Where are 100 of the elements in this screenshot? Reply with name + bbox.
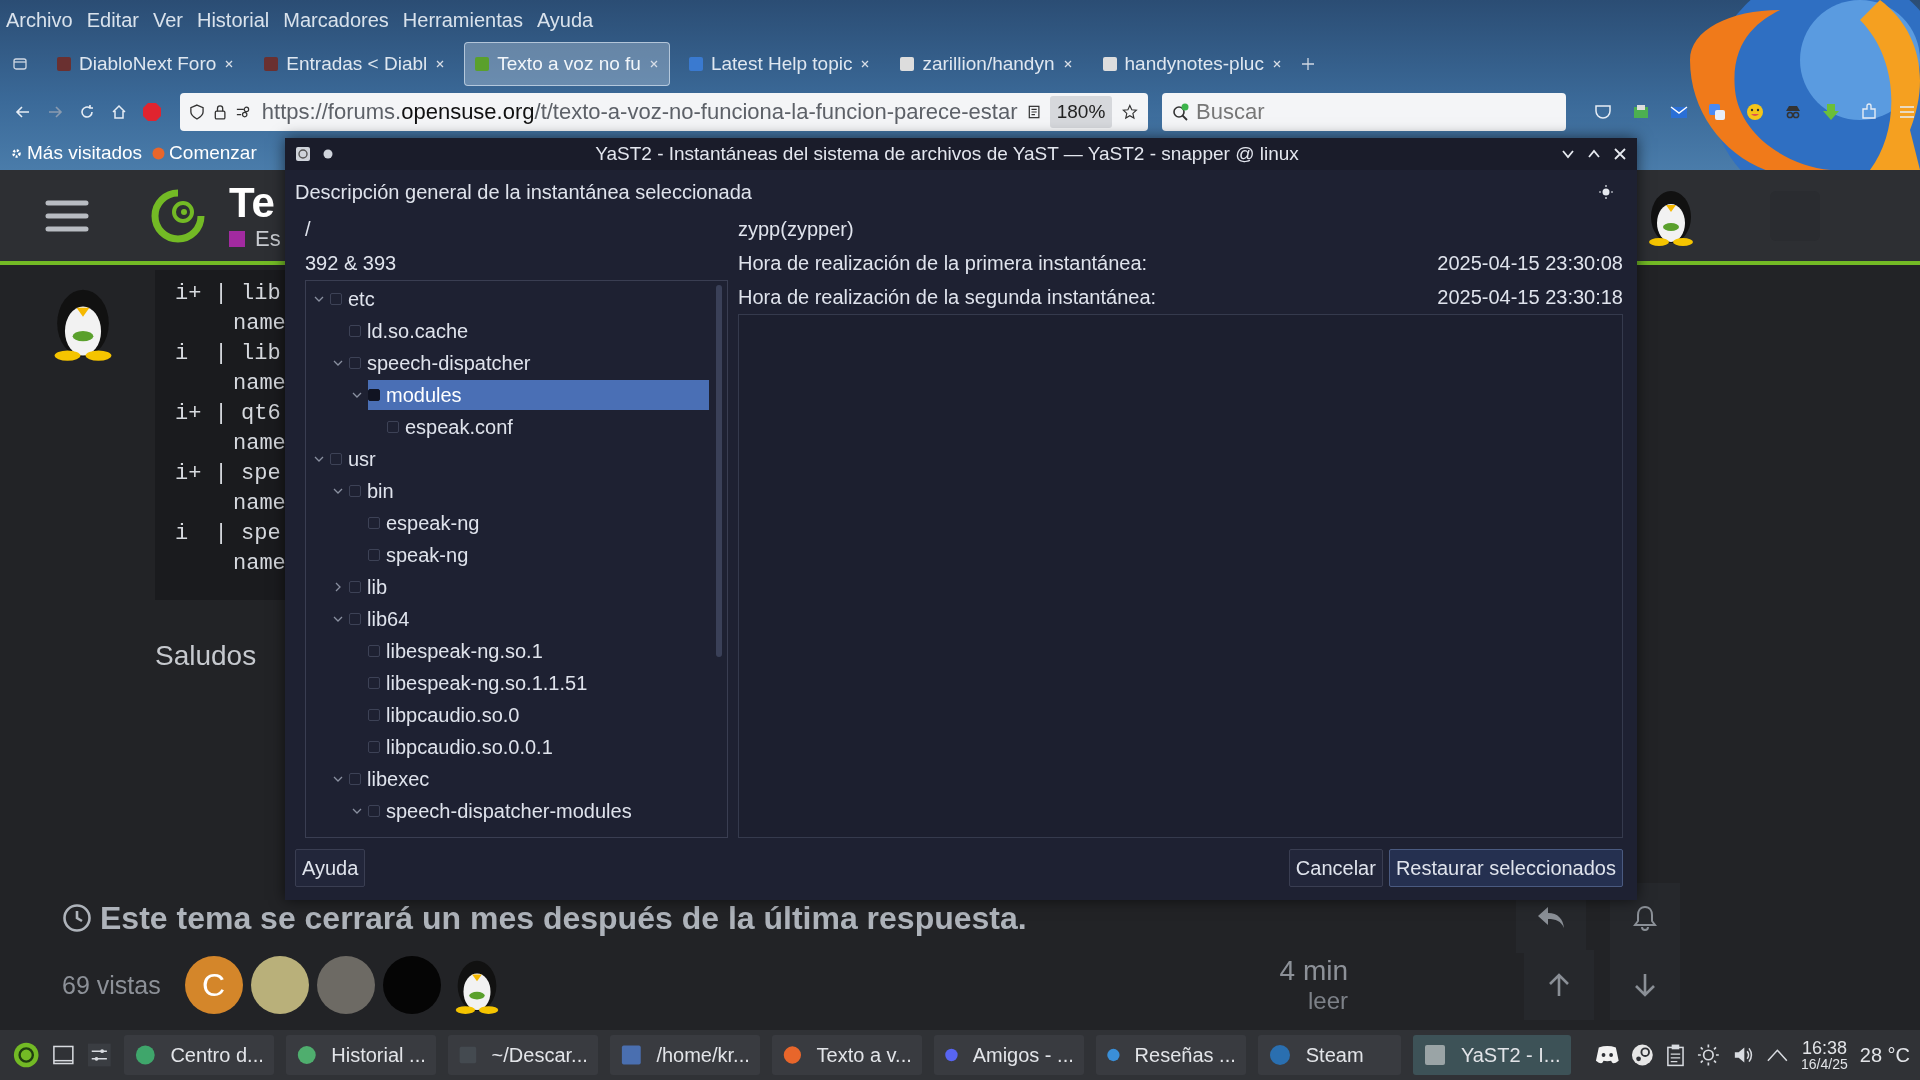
taskbar-item[interactable]: Reseñas ... [1095, 1035, 1246, 1075]
taskbar-item[interactable]: Texto a v... [771, 1035, 922, 1075]
tree-item[interactable]: lib64 [349, 604, 709, 634]
chevron-down-icon[interactable] [333, 774, 343, 784]
code-line: i+ | qt6 [175, 400, 282, 428]
taskbar-item[interactable]: YaST2 - I... [1412, 1035, 1571, 1075]
chevron-down-icon[interactable] [314, 294, 324, 304]
reader-view-icon[interactable] [1027, 104, 1040, 120]
puzzle-icon[interactable] [1860, 103, 1878, 121]
tree-item[interactable]: lib [349, 572, 709, 602]
caret-up-icon[interactable] [1766, 1047, 1790, 1063]
tree-item[interactable]: usr [330, 444, 709, 474]
scrollbar-thumb[interactable] [716, 285, 722, 657]
clock[interactable]: 16:38 16/4/25 [1801, 1039, 1848, 1071]
launcher-icon[interactable] [12, 1040, 41, 1070]
star-icon[interactable] [1122, 103, 1138, 121]
detail-value: 2025-04-15 23:30:18 [1437, 285, 1623, 309]
code-line: name [232, 550, 285, 578]
user-avatar[interactable] [250, 956, 309, 1014]
browser-tab[interactable]: Latest Help topic [677, 42, 882, 86]
taskbar-item[interactable]: Amigos - ... [933, 1035, 1084, 1075]
clipboard-icon[interactable] [1665, 1043, 1685, 1067]
category-label[interactable]: Es [229, 225, 281, 252]
shield-icon [190, 103, 204, 121]
menu-item[interactable]: Ver [152, 8, 183, 32]
tree-item[interactable]: espeak-ng [368, 508, 709, 538]
taskbar-item[interactable]: Historial ... [285, 1035, 436, 1075]
help-button[interactable]: Ayuda [295, 849, 366, 887]
tree-item[interactable]: libespeak-ng.so.1.1.51 [368, 668, 709, 698]
favicon-icon [900, 57, 915, 71]
search-field[interactable]: Buscar [1162, 93, 1566, 131]
topic-notice: Este tema se cerrará un mes después de la última respuesta. [100, 899, 1027, 937]
menu-item[interactable]: Ayuda [536, 8, 594, 32]
taskbar-label: Texto a v... [816, 1043, 912, 1067]
taskbar-item[interactable]: Steam [1257, 1035, 1401, 1075]
chevron-down-icon[interactable] [314, 454, 324, 464]
chat-bubble-icon[interactable] [1594, 1044, 1620, 1066]
tree-item[interactable]: modules [368, 380, 709, 410]
tree-item[interactable]: libexec [349, 764, 709, 794]
file-path: / [304, 216, 312, 242]
tab-list-icon[interactable] [12, 56, 28, 72]
tree-item[interactable]: etc [330, 284, 709, 314]
taskbar-item[interactable]: Centro d... [123, 1035, 274, 1075]
browser-tab[interactable]: handynotes-pluc [1091, 42, 1293, 86]
zoom-level[interactable]: 180% [1049, 96, 1113, 128]
taskbar-item[interactable]: /home/kr... [609, 1035, 760, 1075]
emoji-icon[interactable] [1746, 103, 1764, 121]
browser-tab[interactable]: Entradas < Diabl [253, 42, 457, 86]
close-icon[interactable] [1613, 147, 1627, 161]
taskbar-label: Amigos - ... [972, 1043, 1074, 1067]
tree-item[interactable]: libespeak-ng.so.1 [368, 636, 709, 666]
cancel-button[interactable]: Cancelar [1288, 849, 1383, 887]
reload-icon[interactable] [78, 103, 96, 121]
code-line: i+ | spe [175, 460, 282, 488]
chevron-right-icon[interactable] [333, 582, 343, 592]
home-icon[interactable] [110, 103, 128, 121]
chevron-down-icon[interactable] [352, 390, 362, 400]
menu-item[interactable]: Marcadores [283, 8, 389, 32]
plus-icon[interactable] [1300, 57, 1315, 71]
weather-text[interactable]: 28 °C [1859, 1043, 1910, 1067]
favicon-icon [1102, 57, 1117, 71]
chevron-down-icon[interactable] [333, 614, 343, 624]
extension-icon[interactable] [1632, 103, 1650, 121]
taskbar-label: Centro d... [170, 1043, 264, 1067]
chevron-down-icon[interactable] [352, 806, 362, 816]
mail-icon[interactable] [1670, 103, 1688, 121]
view-count: 69 vistas [62, 970, 161, 1000]
menu-icon[interactable] [1898, 103, 1916, 121]
menu-item[interactable]: Herramientas [402, 8, 523, 32]
chevron-down-icon[interactable] [333, 358, 343, 368]
pocket-icon[interactable] [1594, 103, 1612, 121]
tree-item[interactable]: libpcaudio.so.0.0.1 [368, 732, 709, 762]
bookmark-link[interactable]: Más visitados [10, 142, 143, 164]
browser-tab[interactable]: zarillion/handyn [889, 42, 1084, 86]
app-icon [781, 1043, 803, 1067]
menu-item[interactable]: Editar [86, 8, 139, 32]
pin-dot-icon[interactable] [323, 149, 333, 159]
tree-item[interactable]: libpcaudio.so.0 [368, 700, 709, 730]
browser-tab[interactable]: DiabloNext Foro [46, 42, 246, 86]
tree-item[interactable]: speech-dispatcher [349, 348, 709, 378]
code-line: name [232, 490, 285, 518]
restore-button[interactable]: Restaurar seleccionados [1388, 849, 1623, 887]
spy-icon[interactable] [1784, 103, 1802, 121]
tree-item[interactable]: espeak.conf [387, 412, 709, 442]
sliders-icon[interactable] [87, 1042, 112, 1068]
address-bar[interactable]: https://forums.opensuse.org/t/texto-a-voz-no-funciona-la-funcion-parece-estar 180% [180, 93, 1148, 131]
hamburger-menu-icon[interactable] [45, 198, 89, 233]
brightness-icon[interactable] [1696, 1043, 1720, 1067]
tree-item[interactable]: bin [349, 476, 709, 506]
bookmark-link[interactable]: Comenzar [152, 142, 257, 164]
menu-item[interactable]: Historial [197, 8, 270, 32]
tree-item[interactable]: speak-ng [368, 540, 709, 570]
chevron-down-icon[interactable] [333, 486, 343, 496]
desktop-icon[interactable] [52, 1043, 76, 1067]
gamepad-circle-icon[interactable] [1631, 1043, 1654, 1067]
menu-item[interactable]: Archivo [6, 8, 73, 32]
tree-item[interactable]: ld.so.cache [349, 316, 709, 346]
taskbar-item[interactable]: ~/Descar... [447, 1035, 598, 1075]
tree-item[interactable]: speech-dispatcher-modules [368, 796, 709, 826]
code-line: i | lib [175, 340, 282, 368]
